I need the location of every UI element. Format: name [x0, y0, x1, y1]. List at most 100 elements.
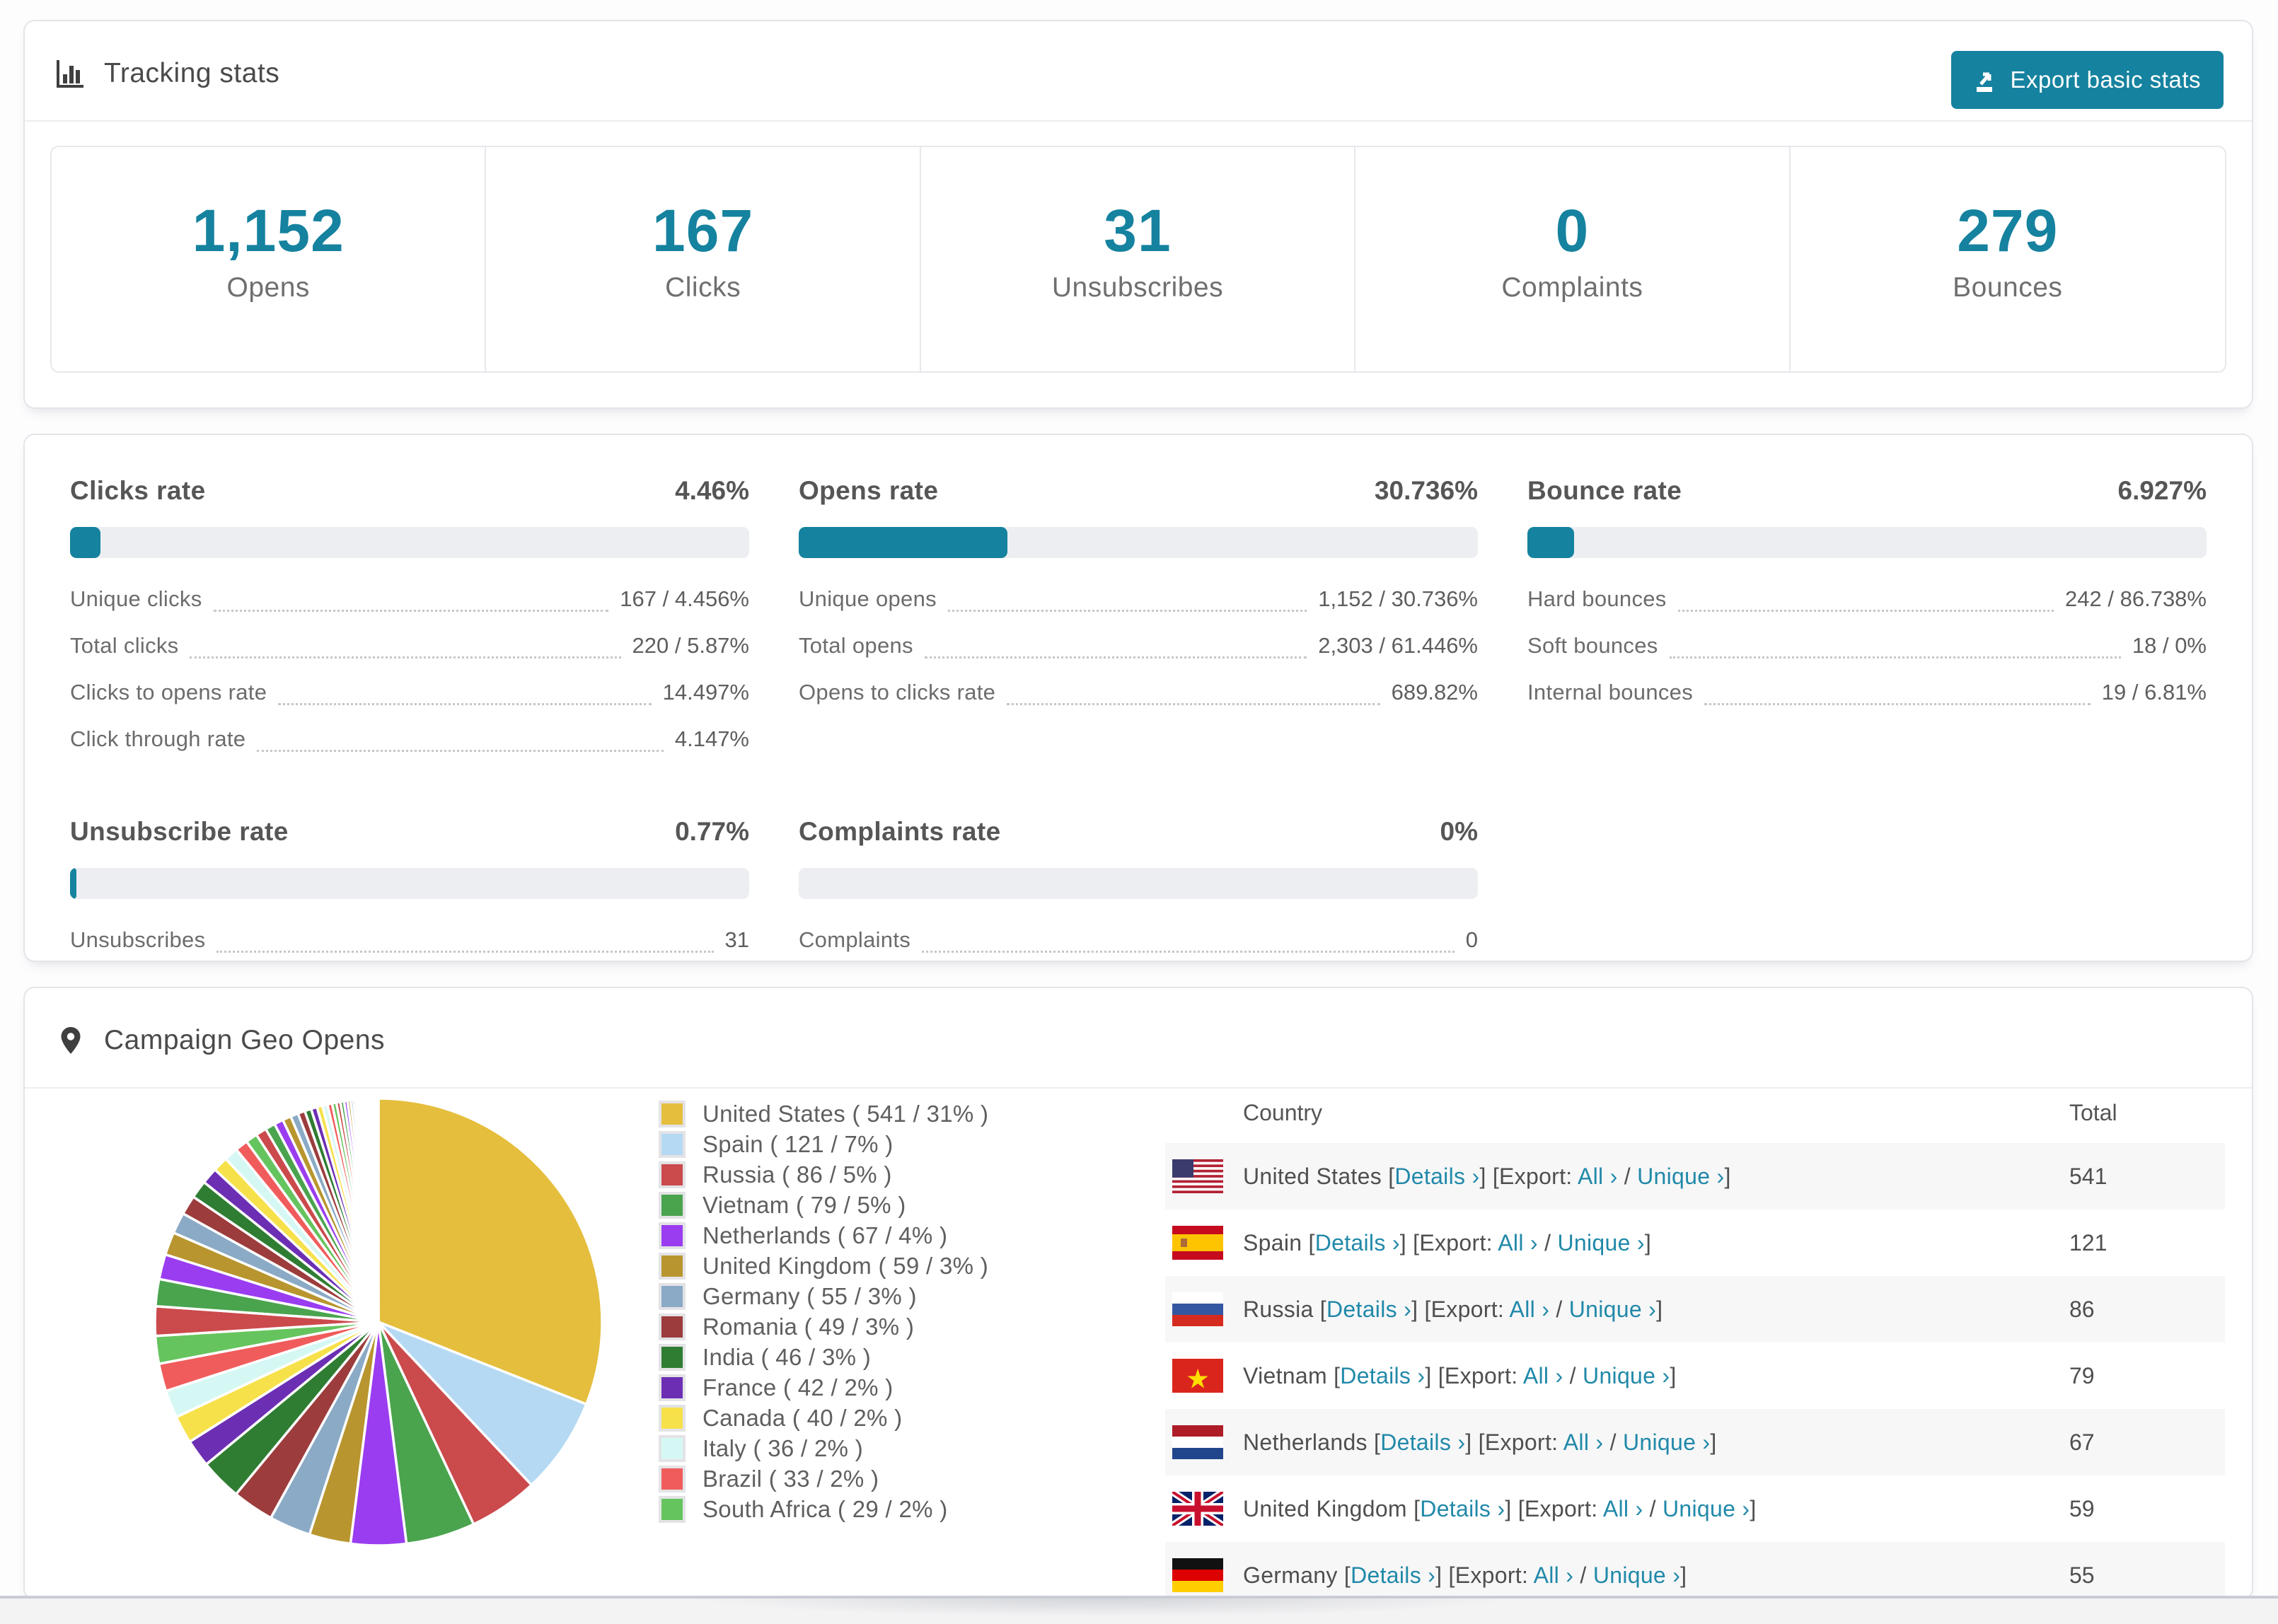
details-link[interactable]: Details › — [1326, 1297, 1411, 1322]
rate-detail-label: Unique opens — [799, 586, 937, 611]
legend-item-united-states[interactable]: United States ( 541 / 31% ) — [659, 1098, 988, 1129]
rate-detail-row: Unique opens 1,152 / 30.736% — [799, 586, 1478, 612]
export-unique-link[interactable]: Unique › — [1569, 1297, 1656, 1322]
legend-label: Germany ( 55 / 3% ) — [703, 1282, 917, 1309]
legend-item-vietnam[interactable]: Vietnam ( 79 / 5% ) — [659, 1190, 988, 1220]
legend-item-spain[interactable]: Spain ( 121 / 7% ) — [659, 1129, 988, 1159]
country-cell: Germany [Details ›] [Export: All › / Uni… — [1243, 1562, 1687, 1588]
rate-detail-row: Complaints 0 — [799, 927, 1478, 953]
details-link[interactable]: Details › — [1351, 1562, 1435, 1588]
legend-label: Romania ( 49 / 3% ) — [703, 1313, 915, 1340]
details-link[interactable]: Details › — [1340, 1363, 1425, 1388]
flag-es-icon — [1172, 1226, 1223, 1260]
export-all-link[interactable]: All › — [1603, 1496, 1643, 1521]
export-unique-link[interactable]: Unique › — [1593, 1562, 1680, 1588]
rate-detail-row: Total opens 2,303 / 61.446% — [799, 633, 1478, 659]
rate-detail-label: Clicks to opens rate — [70, 680, 267, 704]
details-link[interactable]: Details › — [1315, 1230, 1400, 1255]
details-link[interactable]: Details › — [1394, 1164, 1479, 1189]
export-all-link[interactable]: All › — [1498, 1230, 1538, 1255]
country-cell: Spain [Details ›] [Export: All › / Uniqu… — [1243, 1229, 1652, 1255]
export-basic-stats-button[interactable]: Export basic stats — [1950, 51, 2224, 109]
legend-label: United States ( 541 / 31% ) — [703, 1100, 989, 1127]
legend-label: Italy ( 36 / 2% ) — [703, 1434, 864, 1461]
export-all-link[interactable]: All › — [1510, 1297, 1550, 1322]
rate-detail-value: 689.82% — [1391, 680, 1478, 704]
legend-item-russia[interactable]: Russia ( 86 / 5% ) — [659, 1159, 988, 1190]
legend-label: United Kingdom ( 59 / 3% ) — [703, 1252, 988, 1279]
rate-detail-label: Unsubscribes — [70, 927, 206, 952]
legend-label: Spain ( 121 / 7% ) — [703, 1130, 894, 1157]
legend-item-india[interactable]: India ( 46 / 3% ) — [659, 1342, 988, 1372]
legend-label: Brazil ( 33 / 2% ) — [703, 1465, 879, 1492]
country-cell: United Kingdom [Details ›] [Export: All … — [1243, 1495, 1757, 1521]
export-unique-link[interactable]: Unique › — [1637, 1164, 1724, 1189]
rate-percent: 4.46% — [675, 476, 749, 505]
legend-item-brazil[interactable]: Brazil ( 33 / 2% ) — [659, 1463, 988, 1494]
rate-detail-label: Opens to clicks rate — [799, 680, 996, 704]
legend-item-germany[interactable]: Germany ( 55 / 3% ) — [659, 1281, 988, 1311]
legend-item-south-africa[interactable]: South Africa ( 29 / 2% ) — [659, 1494, 988, 1524]
total-cell: 121 — [2069, 1229, 2108, 1255]
stat-cell-unsubscribes: 31 Unsubscribes — [921, 147, 1356, 371]
tracking-stats-card: Tracking stats Export basic stats 1,152 … — [23, 20, 2253, 409]
geo-table-row-vn: Vietnam [Details ›] [Export: All › / Uni… — [1165, 1342, 2225, 1409]
rate-detail-row: Internal bounces 19 / 6.81% — [1527, 680, 2207, 705]
tracking-stats-header: Tracking stats — [25, 21, 2252, 122]
legend-label: Vietnam ( 79 / 5% ) — [703, 1191, 906, 1218]
rate-detail-value: 220 / 5.87% — [632, 633, 749, 658]
legend-swatch — [659, 1100, 686, 1127]
column-header-total: Total — [2069, 1099, 2117, 1125]
legend-item-united-kingdom[interactable]: United Kingdom ( 59 / 3% ) — [659, 1251, 988, 1281]
export-all-link[interactable]: All › — [1578, 1164, 1618, 1189]
flag-us-icon — [1172, 1159, 1223, 1193]
legend-label: France ( 42 / 2% ) — [703, 1374, 894, 1400]
geo-header: Campaign Geo Opens — [25, 988, 2252, 1089]
rate-head: Clicks rate 4.46% — [70, 476, 749, 506]
country-cell: Vietnam [Details ›] [Export: All › / Uni… — [1243, 1362, 1677, 1388]
stat-label: Bounces — [1953, 272, 2063, 303]
export-all-link[interactable]: All › — [1563, 1429, 1604, 1455]
export-unique-link[interactable]: Unique › — [1583, 1363, 1670, 1388]
stat-label: Opens — [226, 272, 310, 303]
legend-item-france[interactable]: France ( 42 / 2% ) — [659, 1372, 988, 1403]
rate-progress-track — [70, 868, 749, 899]
rate-progress-fill — [70, 527, 100, 558]
export-unique-link[interactable]: Unique › — [1623, 1429, 1710, 1455]
stat-label: Unsubscribes — [1051, 272, 1224, 303]
country-cell: United States [Details ›] [Export: All ›… — [1243, 1163, 1731, 1189]
geo-title: Campaign Geo Opens — [104, 1025, 386, 1055]
rate-progress-fill — [1527, 527, 1575, 558]
total-cell: 79 — [2069, 1362, 2095, 1388]
flag-vn-icon — [1172, 1359, 1223, 1393]
legend-swatch — [659, 1191, 686, 1219]
export-unique-link[interactable]: Unique › — [1557, 1230, 1644, 1255]
rate-detail-value: 167 / 4.456% — [620, 586, 749, 611]
rate-detail-row: Total clicks 220 / 5.87% — [70, 633, 749, 659]
total-cell: 67 — [2069, 1429, 2095, 1455]
campaign-geo-opens-card: Campaign Geo Opens United States ( 541 /… — [23, 987, 2253, 1600]
legend-item-romania[interactable]: Romania ( 49 / 3% ) — [659, 1311, 988, 1342]
rate-title: Clicks rate — [70, 476, 206, 505]
legend-item-canada[interactable]: Canada ( 40 / 2% ) — [659, 1403, 988, 1433]
rates-card: Clicks rate 4.46% Unique clicks 167 / 4.… — [23, 434, 2253, 962]
rate-detail-value: 0 — [1465, 927, 1478, 952]
rate-detail-label: Total clicks — [70, 633, 179, 658]
total-cell: 541 — [2069, 1163, 2108, 1189]
export-all-link[interactable]: All › — [1523, 1363, 1563, 1388]
legend-swatch — [659, 1404, 686, 1432]
legend-item-italy[interactable]: Italy ( 36 / 2% ) — [659, 1433, 988, 1463]
legend-swatch — [659, 1282, 686, 1310]
legend-item-netherlands[interactable]: Netherlands ( 67 / 4% ) — [659, 1220, 988, 1251]
export-all-link[interactable]: All › — [1534, 1562, 1574, 1588]
rate-detail-row: Soft bounces 18 / 0% — [1527, 633, 2207, 659]
legend-swatch — [659, 1434, 686, 1462]
geo-table-row-ru: Russia [Details ›] [Export: All › / Uniq… — [1165, 1276, 2225, 1342]
details-link[interactable]: Details › — [1380, 1429, 1465, 1455]
stat-cell-bounces: 279 Bounces — [1791, 147, 2225, 371]
rate-detail-label: Complaints — [799, 927, 911, 952]
geo-table: Country Total United States [Details ›] … — [1165, 1082, 2225, 1599]
export-unique-link[interactable]: Unique › — [1663, 1496, 1750, 1521]
stat-cell-opens: 1,152 Opens — [52, 147, 487, 371]
details-link[interactable]: Details › — [1420, 1496, 1505, 1521]
